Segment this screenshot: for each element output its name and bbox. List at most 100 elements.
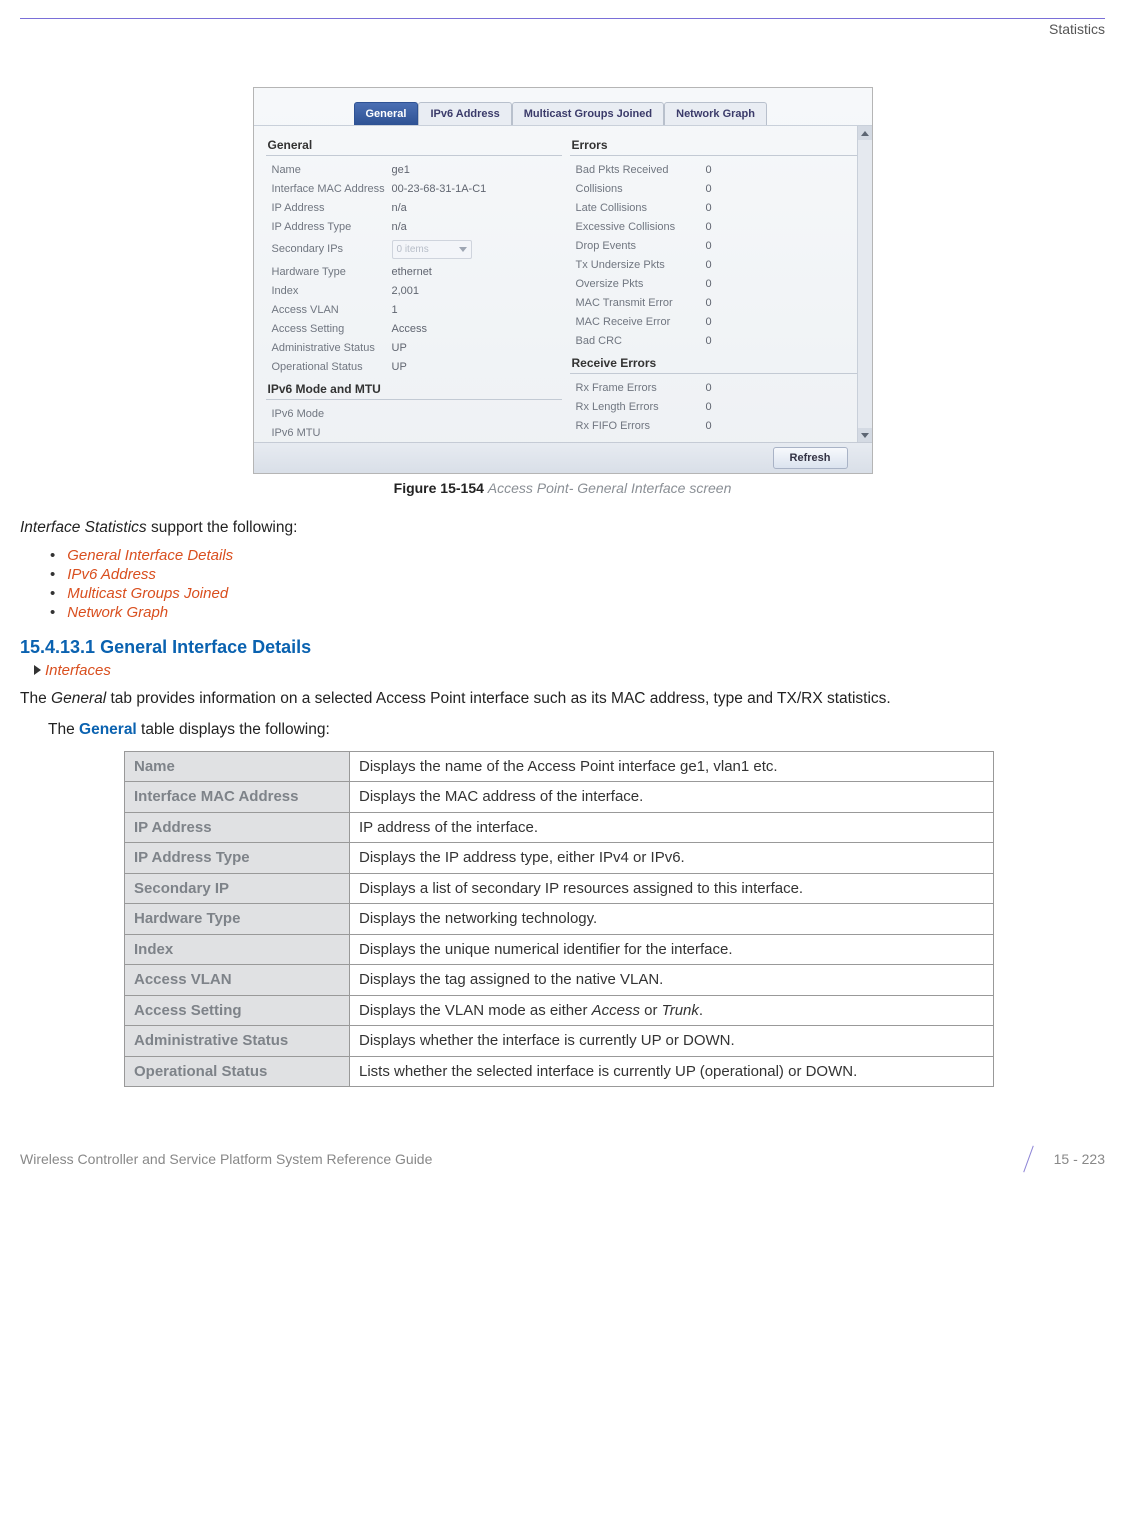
row-hw-type: Hardware Typeethernet [266,262,562,281]
refresh-button[interactable]: Refresh [773,447,848,469]
cell-desc: Displays the MAC address of the interfac… [350,782,994,813]
row-tx-undersize: Tx Undersize Pkts0 [570,255,866,274]
paragraph-1: The General tab provides information on … [20,689,1105,710]
value: 0 [706,164,860,176]
header-divider [20,18,1105,19]
table-row: Access VLANDisplays the tag assigned to … [125,965,994,996]
cell-desc: Displays a list of secondary IP resource… [350,873,994,904]
link-multicast-groups-joined[interactable]: Multicast Groups Joined [67,585,228,602]
scroll-up-button[interactable] [858,126,872,140]
bullet-icon: • [50,585,55,602]
table-row: NameDisplays the name of the Access Poin… [125,751,994,782]
breadcrumb: Interfaces [34,662,1105,679]
label: Rx Frame Errors [576,382,706,394]
value: 0 items [392,240,556,259]
link-ipv6-address[interactable]: IPv6 Address [67,566,156,583]
table-row: Hardware TypeDisplays the networking tec… [125,904,994,935]
right-column: Errors Bad Pkts Received0 Collisions0 La… [566,132,870,442]
list-item: • Multicast Groups Joined [50,585,1105,602]
label: Name [272,164,392,176]
page-footer: Wireless Controller and Service Platform… [20,1147,1105,1171]
tab-network-graph[interactable]: Network Graph [664,102,767,125]
row-rx-length: Rx Length Errors0 [570,397,866,416]
table-row: IndexDisplays the unique numerical ident… [125,934,994,965]
group-errors-title: Errors [570,136,866,156]
label: Rx Length Errors [576,401,706,413]
link-network-graph[interactable]: Network Graph [67,604,168,621]
text: tab provides information on a selected A… [106,690,891,707]
scroll-down-button[interactable] [858,428,872,442]
section-heading: 15.4.13.1 General Interface Details [20,637,1105,658]
value: 0 [706,335,860,347]
intro-rest: support the following: [147,519,298,536]
tab-general[interactable]: General [354,102,419,125]
tab-ipv6-address[interactable]: IPv6 Address [418,102,511,125]
label: IPv6 MTU [272,427,392,439]
cell-desc: Displays the tag assigned to the native … [350,965,994,996]
cell-desc: Displays the networking technology. [350,904,994,935]
label: Hardware Type [272,266,392,278]
breadcrumb-link[interactable]: Interfaces [45,662,111,679]
arrow-down-icon [861,433,869,438]
cell-desc: Lists whether the selected interface is … [350,1056,994,1087]
value: Access [392,323,556,335]
value: 1 [392,304,556,316]
label: Interface MAC Address [272,183,392,195]
label: Bad CRC [576,335,706,347]
row-ipv6-mode: IPv6 Mode [266,404,562,423]
row-access-setting: Access SettingAccess [266,319,562,338]
group-ipv6-title: IPv6 Mode and MTU [266,380,562,400]
cell-label: Index [125,934,350,965]
table-row: Secondary IPDisplays a list of secondary… [125,873,994,904]
cell-desc: IP address of the interface. [350,812,994,843]
row-name: Namege1 [266,160,562,179]
row-mac-rx-error: MAC Receive Error0 [570,312,866,331]
row-drop-events: Drop Events0 [570,236,866,255]
footer-left: Wireless Controller and Service Platform… [20,1151,432,1167]
value: 0 [706,259,860,271]
left-column: General Namege1 Interface MAC Address00-… [262,132,566,442]
label: IP Address Type [272,221,392,233]
label: Excessive Collisions [576,221,706,233]
value: n/a [392,202,556,214]
text-italic: General [51,690,106,707]
value: 0 [706,221,860,233]
row-ip: IP Addressn/a [266,198,562,217]
bullet-icon: • [50,547,55,564]
tab-multicast-groups[interactable]: Multicast Groups Joined [512,102,664,125]
row-oversize: Oversize Pkts0 [570,274,866,293]
list-item: • IPv6 Address [50,566,1105,583]
dropdown-placeholder: 0 items [397,244,429,255]
table-row: IP Address TypeDisplays the IP address t… [125,843,994,874]
secondary-ips-dropdown[interactable]: 0 items [392,240,472,259]
triangle-right-icon [34,665,41,675]
label: IPv6 Mode [272,408,392,420]
description-table: NameDisplays the name of the Access Poin… [124,751,994,1088]
text: table displays the following: [137,721,330,738]
figure-number: Figure 15-154 [394,480,484,496]
cell-label: IP Address [125,812,350,843]
value: ethernet [392,266,556,278]
bullet-icon: • [50,566,55,583]
label: Access Setting [272,323,392,335]
row-access-vlan: Access VLAN1 [266,300,562,319]
link-general-interface-details[interactable]: General Interface Details [67,547,233,564]
value: 0 [706,202,860,214]
scrollbar[interactable] [857,126,872,442]
table-row: Operational StatusLists whether the sele… [125,1056,994,1087]
row-bad-crc: Bad CRC0 [570,331,866,350]
value: n/a [392,221,556,233]
row-index: Index2,001 [266,281,562,300]
label: Oversize Pkts [576,278,706,290]
figure-caption: Figure 15-154 Access Point- General Inte… [20,480,1105,496]
header-section: Statistics [1049,21,1105,37]
value: 0 [706,278,860,290]
label: IP Address [272,202,392,214]
cell-label: Interface MAC Address [125,782,350,813]
bullet-list: • General Interface Details • IPv6 Address… [50,547,1105,621]
list-item: • General Interface Details [50,547,1105,564]
cell-desc: Displays whether the interface is curren… [350,1026,994,1057]
value: 0 [706,420,860,432]
list-item: •Network Graph [50,604,1105,621]
value: 0 [706,240,860,252]
